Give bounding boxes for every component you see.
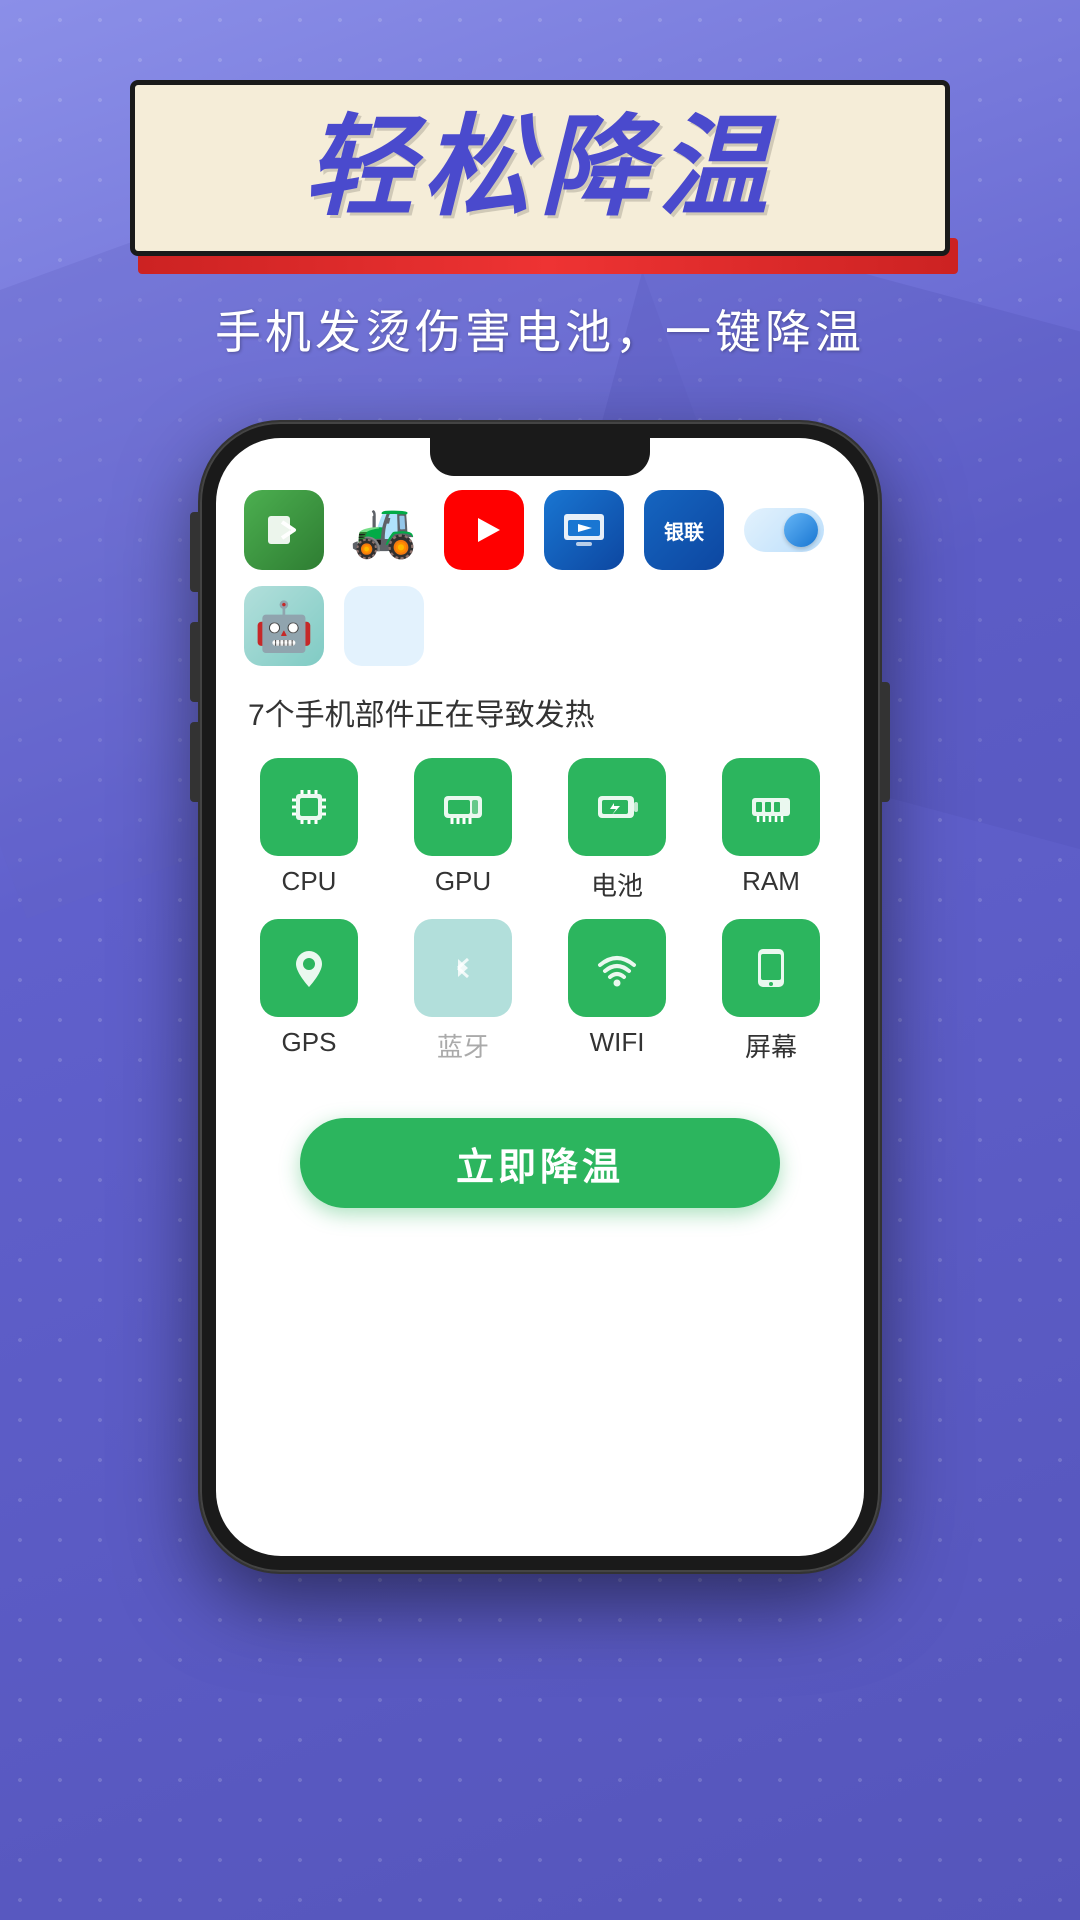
- components-grid: CPU: [216, 758, 864, 1088]
- ram-icon-box: [722, 758, 820, 856]
- component-bluetooth[interactable]: 蓝牙: [394, 919, 532, 1064]
- phone-screen: 🚜: [216, 438, 864, 1556]
- app-toggle[interactable]: [744, 508, 824, 552]
- heating-notice: 7个手机部件正在导致发热: [216, 690, 864, 758]
- screen-icon-box: [722, 919, 820, 1017]
- component-gps[interactable]: GPS: [240, 919, 378, 1064]
- battery-label: 电池: [591, 866, 643, 903]
- cta-button[interactable]: 立即降温: [300, 1118, 780, 1208]
- app-icons-row-2: 🤖: [216, 586, 864, 690]
- component-screen[interactable]: 屏幕: [702, 919, 840, 1064]
- bluetooth-label: 蓝牙: [437, 1027, 489, 1064]
- component-wifi[interactable]: WIFI: [548, 919, 686, 1064]
- cpu-label: CPU: [282, 866, 337, 897]
- app-icon-empty[interactable]: [344, 586, 424, 666]
- main-title: 轻松降温: [185, 113, 895, 223]
- app-icon-unionpay[interactable]: 银联: [644, 490, 724, 570]
- app-icon-robot[interactable]: 🤖: [244, 586, 324, 666]
- gpu-icon-box: [414, 758, 512, 856]
- subtitle: 手机发烫伤害电池，一键降温: [215, 296, 865, 362]
- app-icon-tv[interactable]: [544, 490, 624, 570]
- title-banner: 轻松降温: [130, 80, 950, 256]
- component-ram[interactable]: RAM: [702, 758, 840, 903]
- phone-notch: [430, 438, 650, 476]
- phone-mockup: 🚜: [160, 422, 920, 1572]
- app-icon-truck[interactable]: 🚜: [344, 490, 424, 570]
- gps-icon-box: [260, 919, 358, 1017]
- app-icon-youtube[interactable]: [444, 490, 524, 570]
- phone-frame: 🚜: [200, 422, 880, 1572]
- ram-label: RAM: [742, 866, 800, 897]
- component-battery[interactable]: 电池: [548, 758, 686, 903]
- gpu-label: GPU: [435, 866, 491, 897]
- screen-label: 屏幕: [745, 1027, 797, 1064]
- toggle-circle: [784, 513, 818, 547]
- app-icon-share[interactable]: [244, 490, 324, 570]
- wifi-icon-box: [568, 919, 666, 1017]
- cpu-icon-box: [260, 758, 358, 856]
- bluetooth-icon-box: [414, 919, 512, 1017]
- battery-icon-box: [568, 758, 666, 856]
- gps-label: GPS: [282, 1027, 337, 1058]
- component-gpu[interactable]: GPU: [394, 758, 532, 903]
- component-cpu[interactable]: CPU: [240, 758, 378, 903]
- wifi-label: WIFI: [590, 1027, 645, 1058]
